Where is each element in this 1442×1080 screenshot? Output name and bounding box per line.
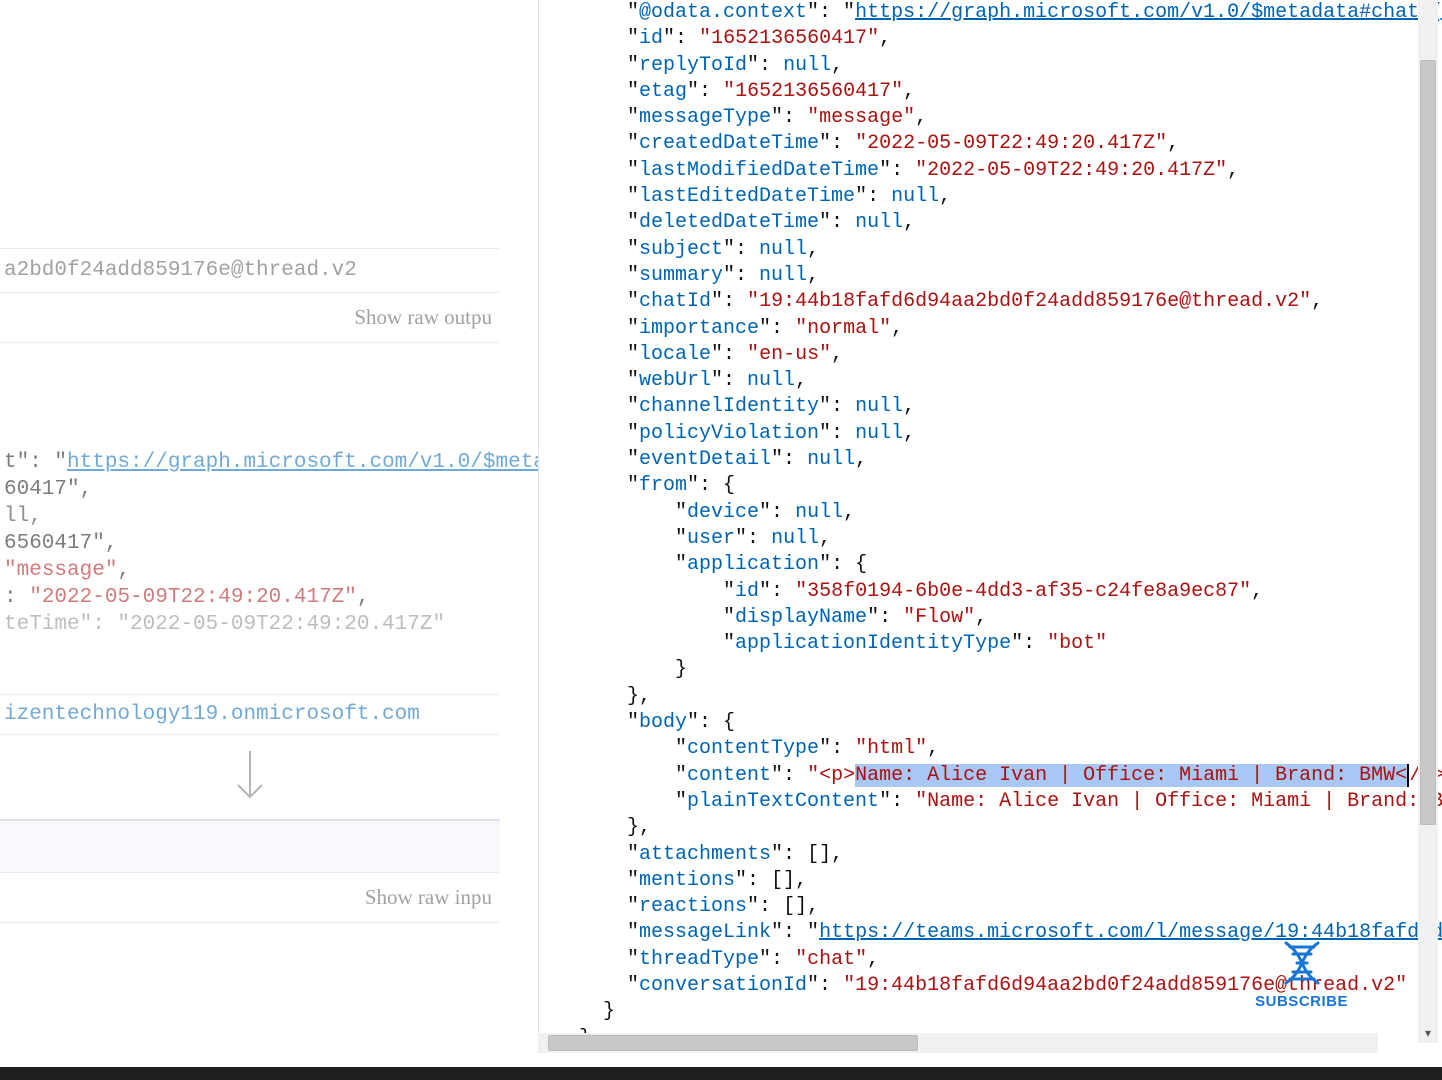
json-code-block[interactable]: "@odata.context": "https://graph.microso… [539,0,1438,1052]
selected-content-text: Name: Alice Ivan | Office: Miami | Brand… [855,764,1407,787]
scroll-down-arrow-icon[interactable]: ▾ [1418,1023,1438,1043]
taskbar[interactable] [0,1067,1442,1080]
vertical-scrollbar-thumb[interactable] [1420,60,1436,825]
left-json-fragment: t": "https://graph.microsoft.com/v1.0/$m… [0,443,500,644]
dna-icon [1276,937,1328,989]
horizontal-scrollbar-thumb[interactable] [548,1035,918,1051]
flow-next-step[interactable] [0,821,500,873]
json-response-panel: "@odata.context": "https://graph.microso… [538,0,1438,1048]
show-raw-output-link[interactable]: Show raw outpu [0,293,500,343]
message-link[interactable]: https://teams.microsoft.com/l/message/19… [819,921,1442,944]
left-email-fragment: izentechnology119.onmicrosoft.com [0,694,500,735]
horizontal-scrollbar[interactable] [538,1033,1378,1053]
subscribe-watermark[interactable]: SUBSCRIBE [1255,937,1348,1010]
flow-arrow-down [0,735,500,821]
subscribe-label: SUBSCRIBE [1255,993,1348,1010]
thread-id-fragment: a2bd0f24add859176e@thread.v2 [0,248,500,293]
vertical-scrollbar[interactable]: ▾ [1418,0,1438,1043]
odata-context-link[interactable]: https://graph.microsoft.com/v1.0/$metada… [855,1,1442,24]
show-raw-input-link[interactable]: Show raw inpu [0,873,500,923]
left-background-panel: a2bd0f24add859176e@thread.v2 Show raw ou… [0,0,500,1050]
left-odata-link[interactable]: https://graph.microsoft.com/v1.0/$metada… [67,451,584,474]
